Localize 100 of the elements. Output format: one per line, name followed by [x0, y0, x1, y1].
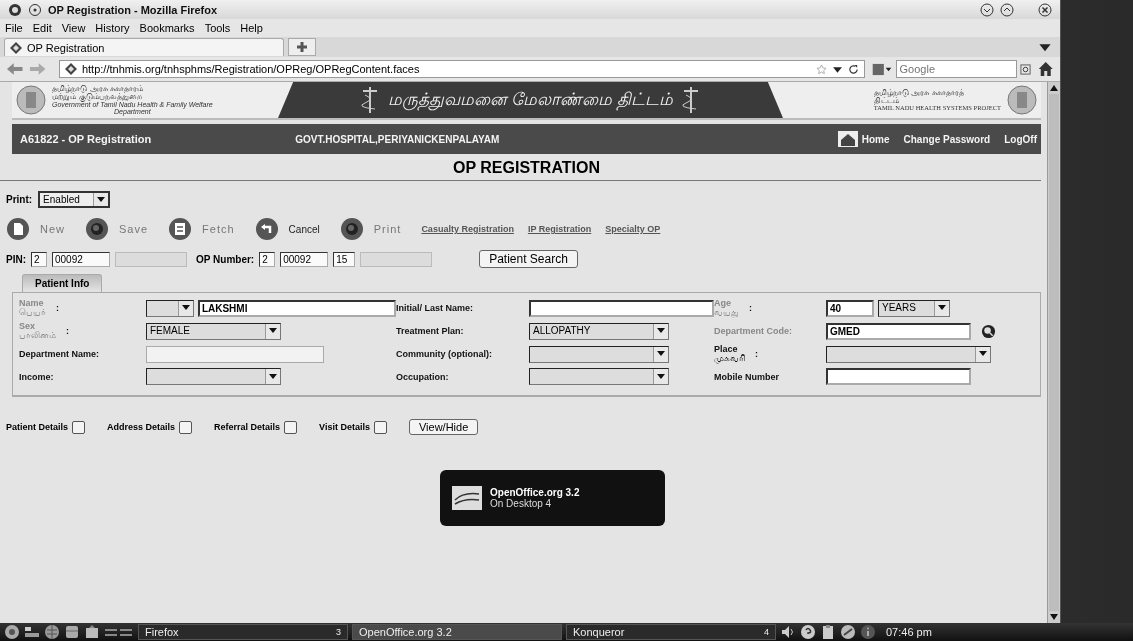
- header-link[interactable]: Home: [861, 133, 890, 145]
- patient-search-button[interactable]: Patient Search: [479, 250, 578, 268]
- back-icon[interactable]: [6, 61, 24, 77]
- pin-icon[interactable]: [28, 2, 42, 17]
- registration-link[interactable]: Casualty Registration: [421, 224, 514, 234]
- field-label: Sex பாலினம்: [19, 322, 56, 340]
- folder-view-icon[interactable]: [24, 624, 40, 640]
- user-label: A61822 - OP Registration: [20, 133, 152, 145]
- menu-item[interactable]: Help: [240, 22, 263, 34]
- minimize-icon[interactable]: [980, 2, 994, 17]
- checkbox[interactable]: [179, 420, 193, 434]
- pin-field[interactable]: 2: [31, 251, 47, 267]
- caduceus-icon: [359, 85, 380, 115]
- input-field[interactable]: [826, 368, 971, 385]
- scroll-down-icon[interactable]: [1050, 614, 1058, 620]
- form-tab[interactable]: Patient Info: [22, 274, 103, 292]
- volume-icon[interactable]: [780, 624, 796, 640]
- caret-icon: [657, 328, 665, 334]
- caret-icon: [938, 305, 946, 311]
- caret-icon: [97, 196, 106, 203]
- select-field[interactable]: ALLOPATHY: [529, 322, 669, 340]
- caret-icon: [657, 373, 665, 380]
- pin-field[interactable]: [115, 251, 187, 267]
- action-button[interactable]: Print: [339, 217, 402, 241]
- menu-item[interactable]: Bookmarks: [139, 22, 195, 34]
- clipboard-icon[interactable]: [820, 624, 836, 640]
- page-title: OP REGISTRATION: [452, 158, 601, 178]
- menu-item[interactable]: Edit: [32, 22, 52, 34]
- checkbox[interactable]: [284, 420, 298, 434]
- menu-item[interactable]: History: [95, 22, 130, 34]
- action-button[interactable]: Save: [85, 217, 149, 241]
- field-label: Initial/ Last Name:: [396, 303, 474, 313]
- action-button[interactable]: Fetch: [168, 217, 235, 241]
- field-label: Occupation:: [396, 371, 449, 382]
- select-field[interactable]: FEMALE: [146, 322, 281, 340]
- op-number-field[interactable]: [360, 251, 433, 267]
- select-field[interactable]: [529, 368, 669, 385]
- search-engine-icon[interactable]: [870, 62, 893, 76]
- caret-icon: [269, 373, 277, 380]
- address-bar[interactable]: http://tnhmis.org/tnhsphms/Registration/OPReg/OPRegContent.faces: [58, 60, 865, 78]
- title-select[interactable]: [146, 299, 194, 317]
- header-link[interactable]: Change Password: [903, 133, 991, 145]
- select-field[interactable]: [146, 368, 281, 385]
- globe-icon[interactable]: [44, 624, 60, 640]
- menu-item[interactable]: File: [5, 22, 23, 34]
- caret-icon: [269, 328, 277, 334]
- info-icon[interactable]: [860, 624, 876, 640]
- maximize-icon[interactable]: [1000, 2, 1014, 17]
- emblem-icon: [1007, 85, 1037, 115]
- registration-link[interactable]: IP Registration: [527, 224, 592, 234]
- menu-item[interactable]: Tools: [204, 22, 231, 34]
- colon: :: [56, 303, 59, 313]
- house-icon[interactable]: [837, 131, 858, 147]
- taskbar-task[interactable]: Konqueror 4: [566, 624, 776, 640]
- checkbox[interactable]: [72, 420, 86, 434]
- input-field[interactable]: [146, 345, 324, 363]
- star-icon[interactable]: [815, 63, 827, 75]
- action-button[interactable]: New: [6, 217, 65, 241]
- scrollbar[interactable]: [1047, 82, 1060, 623]
- app-menu-icon[interactable]: [8, 2, 22, 17]
- op-number-label: OP Number:: [196, 253, 255, 265]
- view-hide-button[interactable]: View/Hide: [408, 419, 479, 435]
- scroll-up-icon[interactable]: [1050, 85, 1058, 91]
- checkbox-label: Patient Details: [6, 422, 69, 432]
- header-link[interactable]: LogOff: [1004, 133, 1037, 145]
- new-tab-button[interactable]: [288, 38, 316, 56]
- colon: :: [66, 326, 69, 336]
- reload-icon[interactable]: [847, 63, 859, 75]
- print-label: Print:: [6, 194, 33, 205]
- action-button[interactable]: Cancel: [254, 217, 320, 241]
- age-field[interactable]: 40: [826, 299, 874, 317]
- clipboard-icon: [168, 217, 193, 241]
- taskbar-task[interactable]: Firefox 3: [138, 624, 348, 640]
- home-icon[interactable]: [1036, 61, 1054, 77]
- name-field[interactable]: LAKSHMI: [197, 299, 396, 317]
- op-number-field[interactable]: 00092: [280, 251, 329, 267]
- field-label: Age வயது: [714, 299, 739, 317]
- input-field[interactable]: [529, 299, 714, 317]
- select-field[interactable]: [529, 345, 669, 363]
- op-number-field[interactable]: 2: [259, 251, 276, 267]
- taskbar-task[interactable]: OpenOffice.org 3.2: [352, 624, 562, 640]
- help-icon[interactable]: [800, 624, 816, 640]
- registration-link[interactable]: Specialty OP: [605, 224, 661, 234]
- close-icon[interactable]: [1038, 2, 1052, 17]
- pin-field[interactable]: 00092: [52, 251, 110, 267]
- select-field[interactable]: [826, 345, 991, 363]
- menu-item[interactable]: View: [61, 22, 86, 34]
- launcher-icon[interactable]: [4, 624, 20, 640]
- browser-tab[interactable]: OP Registration: [4, 38, 284, 56]
- drive-icon[interactable]: [64, 624, 80, 640]
- input-field[interactable]: GMED: [826, 322, 971, 340]
- search-field[interactable]: Google: [895, 60, 1017, 78]
- age-unit-select[interactable]: YEARS: [878, 299, 950, 317]
- banner-tamil-text: மற்றும் குடும்பநலத்துறை: [52, 93, 142, 101]
- field-label: Department Name:: [19, 349, 100, 359]
- op-number-field[interactable]: 15: [333, 251, 356, 267]
- checkbox[interactable]: [373, 420, 387, 434]
- print-select[interactable]: Enabled: [38, 191, 111, 208]
- package-icon[interactable]: [84, 624, 100, 640]
- checkbox-label: Address Details: [107, 422, 176, 432]
